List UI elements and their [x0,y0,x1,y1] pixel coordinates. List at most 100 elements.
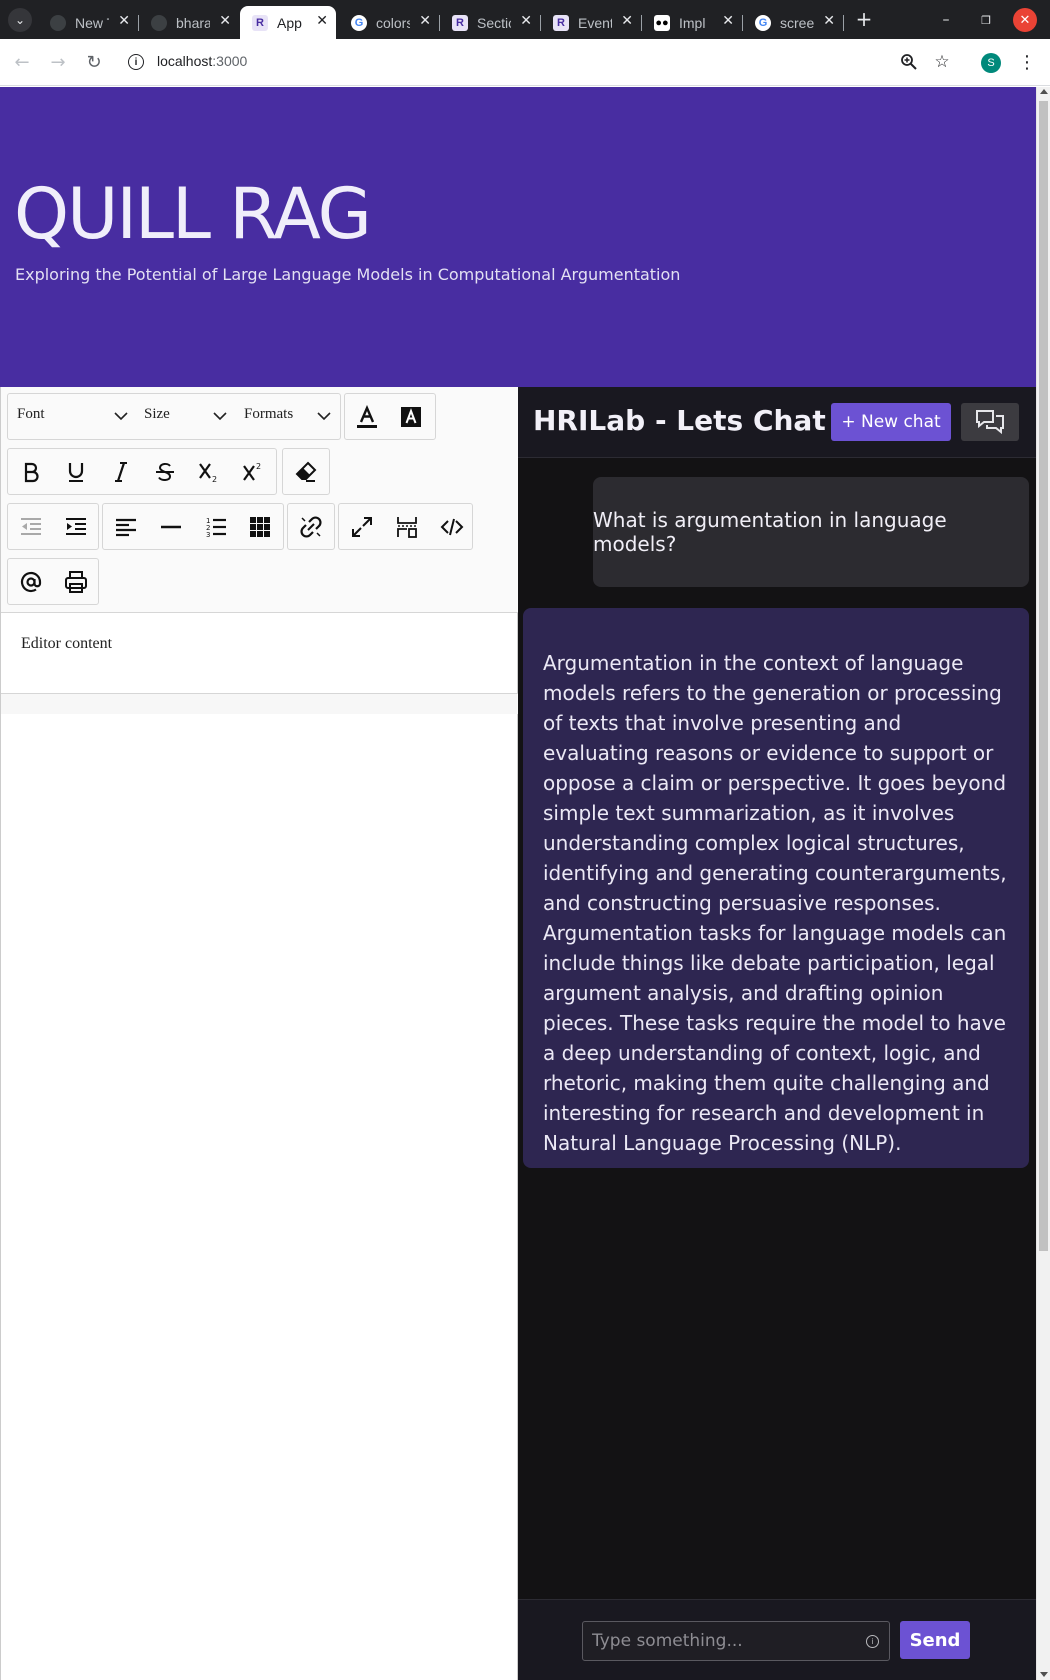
assistant-message: Argumentation in the context of language… [523,608,1029,1168]
chat-header: HRILab - Lets Chat + New chat [518,387,1036,458]
misc-group [7,558,99,605]
chat-input-bar: i Send [518,1599,1036,1680]
chat-title: HRILab - Lets Chat [533,404,826,437]
indent-button[interactable] [58,510,94,544]
browser-tab[interactable]: R Events ✕ [541,6,642,39]
indent-group [7,503,99,550]
close-tab-icon[interactable]: ✕ [118,13,130,29]
info-icon: i [866,1635,879,1648]
tab-title: screen [780,14,814,31]
table-grid-icon [250,517,270,537]
reload-icon[interactable]: ↻ [82,50,106,74]
subscript-button[interactable]: 2 [191,455,227,489]
scroll-up-arrow-icon[interactable] [1040,89,1048,94]
size-picker[interactable]: Size [144,406,170,423]
new-chat-button[interactable]: + New chat [831,403,951,441]
browser-tab[interactable]: R Section ✕ [440,6,541,39]
r-icon: R [452,14,468,31]
scroll-down-arrow-icon[interactable] [1040,1672,1048,1677]
text-color-button[interactable] [349,400,385,434]
source-code-button[interactable] [434,510,470,544]
link-button[interactable] [293,510,329,544]
url-port: :3000 [212,53,248,69]
horizontal-rule-button[interactable] [153,510,189,544]
page-subtitle: Exploring the Potential of Large Languag… [15,265,681,284]
tab-title: colors [376,14,410,31]
menu-kebab-icon[interactable]: ⋮ [1015,50,1039,74]
browser-tab[interactable]: bharat ✕ [139,6,239,39]
printer-icon [65,571,87,593]
align-button[interactable] [108,510,144,544]
fullscreen-button[interactable] [344,510,380,544]
new-tab-icon[interactable]: + [852,7,876,31]
inline-format-group: 2 2 [7,448,277,495]
tab-title: Events [578,14,612,31]
at-sign-icon [20,571,42,593]
close-tab-icon[interactable]: ✕ [520,13,532,29]
bold-button[interactable] [13,455,49,489]
user-message: What is argumentation in language models… [593,477,1029,587]
browser-tab[interactable]: G screen ✕ [743,6,844,39]
strikethrough-button[interactable] [147,455,183,489]
italic-icon [115,462,127,482]
scrollbar-thumb[interactable] [1039,101,1048,1251]
underline-button[interactable] [58,455,94,489]
clear-formatting-button[interactable] [288,455,324,489]
chrome-icon [50,14,66,31]
close-tab-icon[interactable]: ✕ [219,13,231,29]
medium-icon: ●● [654,14,670,31]
print-button[interactable] [58,565,94,599]
bold-icon [24,462,39,483]
send-button[interactable]: Send [900,1621,970,1659]
ordered-list-button[interactable]: 123 [198,510,234,544]
browser-tab[interactable]: ●● Impl ✕ [642,6,743,39]
block-group: 123 [102,503,284,550]
page-break-button[interactable] [389,510,425,544]
browser-tab[interactable]: G colors ✕ [339,6,440,39]
italic-button[interactable] [103,455,139,489]
formats-picker[interactable]: Formats [244,406,293,423]
chevron-down-icon[interactable] [212,408,228,424]
table-button[interactable] [242,510,278,544]
editor-content[interactable]: Editor content [21,635,112,653]
browser-tabstrip: ⌄ New Tab ✕ bharat ✕ R App ✕ G colors ✕ … [0,0,1050,39]
strikethrough-icon [156,462,174,481]
close-tab-icon[interactable]: ✕ [316,13,328,29]
zoom-icon[interactable] [897,50,921,74]
unlink-icon [300,516,322,538]
view-group [338,503,473,550]
browser-tab[interactable]: New Tab ✕ [38,6,139,39]
tab-search-icon[interactable]: ⌄ [8,8,32,32]
back-icon[interactable]: ← [10,50,34,74]
restore-icon[interactable]: ❐ [974,8,998,32]
profile-avatar[interactable]: S [981,53,1001,73]
browser-tab-active[interactable]: R App ✕ [240,6,336,39]
github-icon [151,14,167,31]
window-close-icon[interactable]: ✕ [1013,8,1037,32]
page-scrollbar[interactable] [1036,87,1050,1680]
chevron-down-icon[interactable] [316,408,332,424]
close-tab-icon[interactable]: ✕ [722,13,734,29]
close-tab-icon[interactable]: ✕ [621,13,633,29]
address-bar[interactable]: localhost:3000 [157,53,247,69]
minimize-icon[interactable]: – [934,8,958,32]
outdent-button[interactable] [13,510,49,544]
superscript-button[interactable]: 2 [235,455,271,489]
svg-text:2: 2 [256,462,261,471]
background-color-button[interactable] [393,400,429,434]
mention-button[interactable] [13,565,49,599]
site-info-icon[interactable]: i [128,54,144,70]
forward-icon[interactable]: → [46,50,70,74]
chevron-down-icon[interactable] [113,408,129,424]
close-tab-icon[interactable]: ✕ [419,13,431,29]
eraser-icon [295,461,317,482]
page-title: QUILL RAG [14,173,372,255]
chat-history-button[interactable] [961,403,1019,441]
google-icon: G [755,14,771,31]
font-picker[interactable]: Font [17,406,45,423]
chat-panel: HRILab - Lets Chat + New chat What is ar… [518,387,1036,1680]
url-host: localhost [157,53,213,69]
bookmark-star-icon[interactable]: ☆ [930,50,954,74]
close-tab-icon[interactable]: ✕ [823,13,835,29]
chat-message-input[interactable] [582,1621,890,1661]
